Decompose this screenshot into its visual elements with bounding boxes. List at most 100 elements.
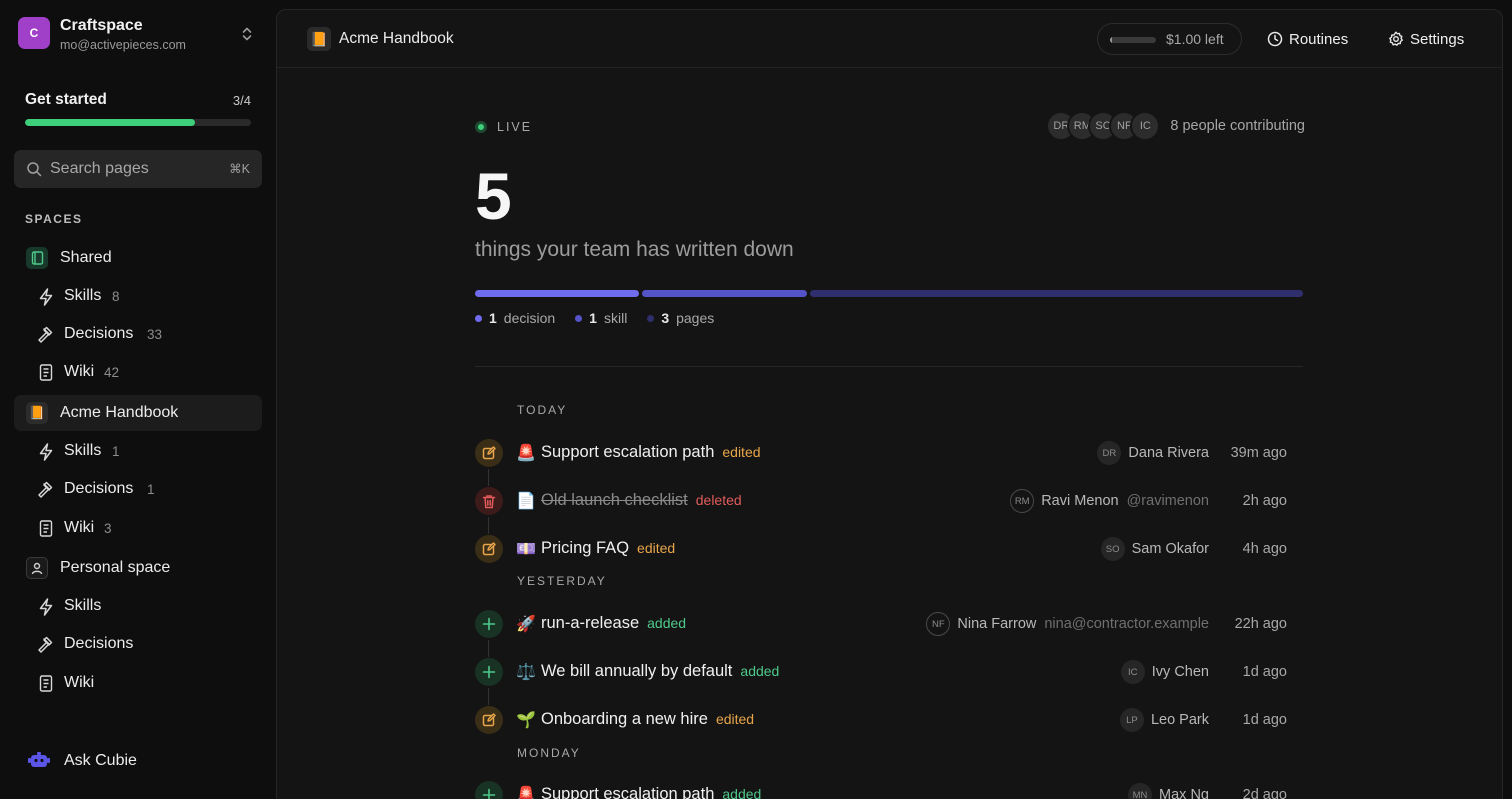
search-input[interactable]: Search pages ⌘K [14, 150, 262, 188]
entry-action: added [647, 615, 687, 631]
get-started-progress [25, 119, 251, 126]
entry-title[interactable]: run-a-release [541, 614, 639, 632]
activity-row[interactable]: 🚨 Support escalation path added MN Max Ng 2d … [475, 780, 1295, 799]
topbar: 📙 Acme Handbook $1.00 left Routines Sett… [277, 10, 1502, 68]
legend-count: 1 [589, 310, 597, 326]
divider [475, 366, 1303, 367]
composition-segment-skill [642, 290, 807, 297]
contributors[interactable]: DR RM SO NF IC 8 people contributing [1046, 111, 1305, 141]
sidebar-item-shared-skills[interactable]: Skills 8 [14, 278, 262, 314]
entry-emoji: 🚨 [516, 445, 536, 462]
legend-item-skill[interactable]: 1 skill [575, 310, 627, 326]
activity-row[interactable]: 💷 Pricing FAQ edited SO Sam Okafor 4h ago [475, 534, 1295, 564]
author-name: Leo Park [1150, 712, 1209, 728]
legend-item-pages[interactable]: 3 pages [647, 310, 714, 326]
sidebar-item-personal-decisions[interactable]: Decisions [14, 626, 262, 662]
workspace-switcher[interactable]: C Craftspace mo@activepieces.com [18, 17, 262, 53]
ask-cubie-label: Ask Cubie [64, 752, 137, 769]
live-label: LIVE [497, 120, 533, 134]
sidebar-item-count: 33 [147, 327, 163, 342]
entry-author[interactable]: MN Max Ng [1128, 783, 1209, 799]
entries-subtitle: things your team has written down [475, 238, 794, 261]
avatar: RM [1010, 489, 1035, 513]
entry-title-wrap: Support escalation path added [541, 785, 761, 799]
breadcrumb-title: Acme Handbook [339, 30, 454, 47]
sidebar-item-label: Decisions [64, 635, 134, 652]
space-label: Shared [60, 249, 112, 266]
breadcrumb[interactable]: 📙 Acme Handbook [307, 27, 454, 51]
entry-action: added [722, 786, 762, 799]
workspace-avatar: C [18, 17, 50, 49]
chevron-up-down-icon [242, 27, 252, 41]
sidebar-item-personal-skills[interactable]: Skills [14, 588, 262, 624]
entry-title[interactable]: Onboarding a new hire [541, 710, 708, 728]
live-dot-icon [475, 121, 487, 133]
space-acme-handbook[interactable]: 📙 Acme Handbook [14, 395, 262, 431]
search-placeholder: Search pages [50, 160, 149, 177]
entry-author[interactable]: RM Ravi Menon @ravimenon [1010, 489, 1209, 513]
routines-button[interactable]: Routines [1267, 23, 1348, 55]
legend-dot [575, 314, 583, 322]
sidebar-item-shared-decisions[interactable]: Decisions 33 [14, 316, 262, 352]
gavel-icon [36, 325, 55, 344]
legend-item-decision[interactable]: 1 decision [475, 310, 555, 326]
entry-action: deleted [695, 492, 742, 508]
ask-cubie-button[interactable]: Ask Cubie [14, 743, 262, 779]
sidebar-item-handbook-skills[interactable]: Skills 1 [14, 433, 262, 469]
entry-author[interactable]: LP Leo Park [1119, 708, 1209, 732]
gavel-icon [36, 635, 55, 654]
activity-row[interactable]: 📄 Old launch checklist deleted RM Ravi Menon… [475, 486, 1295, 534]
legend-label: decision [503, 310, 556, 326]
plus-icon [475, 610, 503, 638]
entry-action: edited [722, 444, 761, 460]
get-started[interactable]: Get started 3/4 [25, 91, 251, 126]
activity-row[interactable]: 🌱 Onboarding a new hire edited LP Leo Park 1d… [475, 705, 1295, 735]
entries-count: 5 [475, 159, 512, 233]
plus-icon [475, 781, 503, 799]
workspace-email: mo@activepieces.com [60, 38, 186, 52]
entry-time: 2d ago [1242, 787, 1287, 799]
bolt-icon [36, 287, 55, 306]
avatar: SO [1100, 537, 1125, 561]
legend-dot [475, 314, 482, 322]
breadcrumb-emoji: 📙 [307, 27, 331, 51]
credits-indicator[interactable]: $1.00 left [1097, 23, 1242, 55]
edit-icon [475, 439, 503, 467]
sidebar-item-shared-wiki[interactable]: Wiki 42 [14, 354, 262, 390]
entry-author[interactable]: DR Dana Rivera [1097, 441, 1209, 465]
author-name: Dana Rivera [1128, 445, 1209, 461]
contributor-avatars: DR RM SO NF IC [1046, 111, 1161, 141]
bolt-icon [36, 597, 55, 616]
sidebar-item-personal-wiki[interactable]: Wiki [14, 665, 262, 701]
author-name: Sam Okafor [1131, 541, 1209, 557]
entry-time: 2h ago [1242, 493, 1287, 509]
entry-author[interactable]: SO Sam Okafor [1100, 537, 1209, 561]
entry-emoji: 🚀 [516, 616, 536, 633]
activity-row[interactable]: 🚨 Support escalation path edited DR Dana Riv… [475, 438, 1295, 486]
search-shortcut: ⌘K [229, 162, 250, 176]
entry-author[interactable]: NF Nina Farrow nina@contractor.example [926, 612, 1209, 636]
space-shared[interactable]: Shared [14, 240, 262, 276]
entry-title[interactable]: Support escalation path [541, 785, 714, 799]
sidebar-item-label: Skills [64, 597, 102, 614]
space-personal[interactable]: Personal space [14, 550, 262, 586]
author-name: Ivy Chen [1151, 664, 1209, 680]
timeline-connector [488, 517, 489, 534]
legend-dot [647, 314, 655, 322]
activity-row[interactable]: 🚀 run-a-release added NF Nina Farrow nina@con… [475, 609, 1295, 657]
sidebar-item-handbook-decisions[interactable]: Decisions 1 [14, 471, 262, 507]
contributors-text: 8 people contributing [1170, 118, 1305, 134]
sidebar-item-handbook-wiki[interactable]: Wiki 3 [14, 510, 262, 546]
entry-title[interactable]: Old launch checklist [541, 491, 688, 509]
entry-time: 22h ago [1234, 616, 1287, 632]
sidebar-item-count: 1 [112, 444, 120, 459]
entry-title-wrap: Pricing FAQ edited [541, 539, 675, 558]
activity-row[interactable]: ⚖️ We bill annually by default added IC Ivy … [475, 657, 1295, 705]
entry-title[interactable]: Support escalation path [541, 443, 714, 461]
entry-title[interactable]: Pricing FAQ [541, 539, 629, 557]
entry-title[interactable]: We bill annually by default [541, 662, 732, 680]
settings-button[interactable]: Settings [1388, 23, 1464, 55]
entry-action: edited [715, 711, 755, 727]
entry-emoji: ⚖️ [516, 664, 536, 681]
entry-author[interactable]: IC Ivy Chen [1120, 660, 1209, 684]
